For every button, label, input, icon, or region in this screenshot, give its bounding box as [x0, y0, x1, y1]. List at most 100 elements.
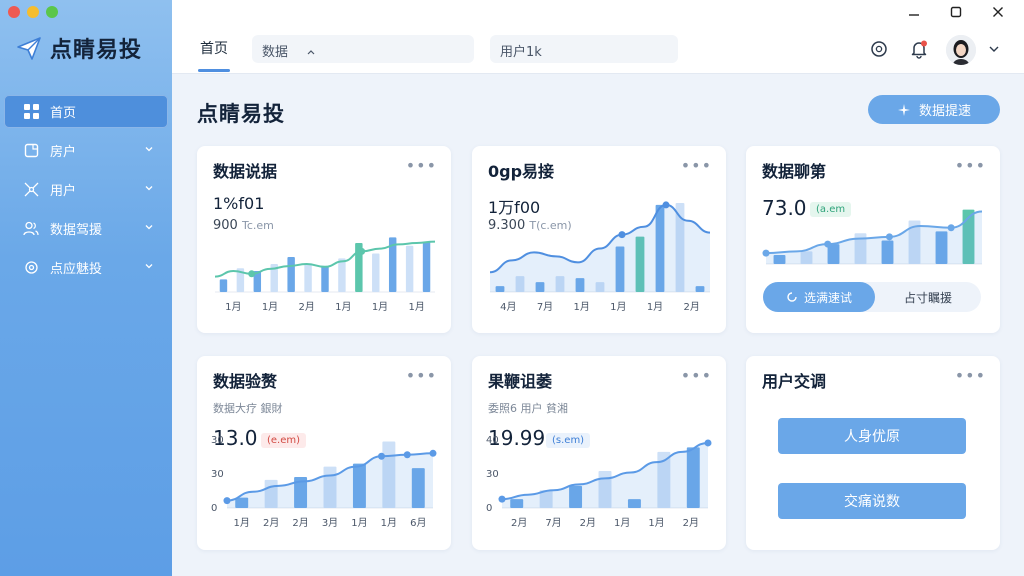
tab-home[interactable]: 首页	[198, 38, 230, 72]
x-tick-label: 1月	[262, 301, 278, 313]
sidebar-item-houses[interactable]: 房户	[4, 134, 168, 167]
network-icon	[22, 181, 40, 199]
brand: 点睛易投	[16, 32, 142, 64]
x-tick-label: 1月	[573, 301, 589, 313]
spark-icon	[897, 103, 910, 116]
chart-point	[762, 249, 770, 257]
help-icon[interactable]	[868, 38, 890, 60]
chart-1: 1月 1月 2月 1月 1月 1月	[214, 237, 436, 313]
chart-2: 4月 7月 1月 1月 1月 2月	[489, 201, 711, 313]
chart-point	[498, 495, 506, 503]
x-tick-label: 3月	[322, 517, 338, 529]
card-user-actions: 用户交调 ••• 人身优原 交痛说数	[746, 356, 1000, 550]
sidebar-item-home[interactable]: 首页	[4, 95, 168, 128]
card-title: 用户交调	[762, 372, 827, 391]
x-tick-label: 2月	[683, 517, 699, 529]
more-icon[interactable]: •••	[681, 156, 712, 175]
chart-3	[762, 209, 983, 265]
bell-icon[interactable]	[908, 38, 930, 60]
more-icon[interactable]: •••	[955, 366, 986, 385]
refresh-icon	[787, 292, 797, 302]
x-tick-label: 6月	[410, 517, 426, 529]
x-tick-label: 1月	[372, 301, 388, 313]
chevron-down-icon[interactable]	[144, 183, 154, 193]
card-subtitle: 数据大疗 銀財	[213, 402, 283, 415]
y-tick-label: 0	[211, 503, 217, 514]
y-tick-label: 40	[486, 435, 499, 446]
users-icon	[22, 220, 40, 238]
sidebar-item-users[interactable]: 用户	[4, 173, 168, 206]
more-icon[interactable]: •••	[955, 156, 986, 175]
stat-sub: 900 Tc.em	[213, 218, 274, 233]
sidebar-item-label: 首页	[50, 106, 77, 121]
chart-bar	[219, 279, 228, 292]
y-tick-label: 30	[211, 469, 224, 480]
x-tick-label: 2月	[298, 301, 314, 313]
x-tick-label: 7月	[537, 301, 553, 313]
chart-5: 2月 7月 2月 1月 1月 2月 40 30 0	[486, 435, 712, 529]
chart-point	[358, 247, 366, 255]
chevron-down-icon[interactable]	[144, 144, 154, 154]
chevron-down-icon[interactable]	[988, 44, 1000, 54]
avatar[interactable]	[946, 35, 976, 65]
more-icon[interactable]: •••	[681, 366, 712, 385]
chart-bar	[304, 264, 312, 292]
x-tick-label: 2月	[292, 517, 308, 529]
x-tick-label: 2月	[511, 517, 527, 529]
chart-bar	[405, 245, 414, 292]
chart-point	[618, 231, 626, 239]
more-icon[interactable]: •••	[406, 156, 437, 175]
more-icon[interactable]: •••	[406, 366, 437, 385]
chevron-down-icon[interactable]	[144, 261, 154, 271]
segmented-control: 选满速试 占寸瞩援	[763, 282, 981, 312]
chart-bar	[287, 257, 295, 292]
action-button-2[interactable]: 交痛说数	[778, 483, 966, 519]
maximize-icon[interactable]	[944, 3, 968, 21]
primary-action-button[interactable]: 数据提速	[868, 95, 1000, 124]
segment-active[interactable]: 选满速试	[763, 282, 875, 312]
card-title: 果鞭诅萎	[488, 372, 553, 391]
sidebar-item-label: 用户	[50, 184, 77, 199]
topbar: 首页 数据 用户1k	[172, 0, 1024, 74]
x-tick-label: 1月	[614, 517, 630, 529]
x-tick-label: 1月	[225, 301, 241, 313]
settings-icon	[22, 259, 40, 277]
card-data-verify: 数据验赘 ••• 数据大疗 銀財 13.0 (e.em) 1月 2月 2月 3月 1月 1…	[197, 356, 451, 550]
data-dropdown[interactable]: 数据	[252, 35, 474, 63]
close-icon[interactable]	[986, 3, 1010, 21]
window-controls	[8, 6, 58, 18]
card-title: 数据聊第	[762, 162, 827, 181]
page-title: 点睛易投	[197, 102, 285, 126]
sidebar-item-settings[interactable]: 点应魅投	[4, 251, 168, 284]
chart-area	[227, 453, 433, 508]
user-field[interactable]: 用户1k	[490, 35, 678, 63]
sidebar-item-label: 数据驾援	[50, 223, 103, 238]
minimize-icon[interactable]	[902, 3, 926, 21]
chart-bar	[338, 258, 346, 292]
card-data-third: 数据聊第 ••• 73.0 (a.em 选满速试 占寸瞩援	[746, 146, 1000, 333]
chart-point	[429, 449, 437, 457]
x-tick-label: 1月	[647, 301, 663, 313]
card-title: 数据说据	[213, 162, 278, 181]
action-button-1[interactable]: 人身优原	[778, 418, 966, 454]
x-tick-label: 4月	[500, 301, 516, 313]
chart-point	[662, 201, 670, 209]
card-data-summary: 数据说据 ••• 1%f01 900 Tc.em 1月 1月 2月 1月 1月 1月	[197, 146, 451, 333]
x-tick-label: 2月	[580, 517, 596, 529]
minimize-dot-icon[interactable]	[27, 6, 39, 18]
card-subtitle: 委照6 用户 貧湘	[488, 402, 568, 415]
chevron-down-icon[interactable]	[144, 222, 154, 232]
sidebar-item-data[interactable]: 数据驾援	[4, 212, 168, 245]
chevron-up-icon	[307, 50, 315, 55]
segment-inactive[interactable]: 占寸瞩援	[875, 282, 981, 312]
y-tick-label: 30	[486, 469, 499, 480]
sidebar: 点睛易投 首页 房户 用户 数据驾援 点应魅投	[0, 0, 172, 576]
chart-point	[378, 452, 385, 460]
x-tick-label: 1月	[351, 517, 367, 529]
app-name: 点睛易投	[50, 38, 143, 63]
chart-point	[403, 451, 411, 459]
sidebar-nav: 首页 房户 用户 数据驾援 点应魅投	[4, 95, 168, 290]
close-dot-icon[interactable]	[8, 6, 20, 18]
maximize-dot-icon[interactable]	[46, 6, 58, 18]
x-tick-label: 1月	[335, 301, 351, 313]
